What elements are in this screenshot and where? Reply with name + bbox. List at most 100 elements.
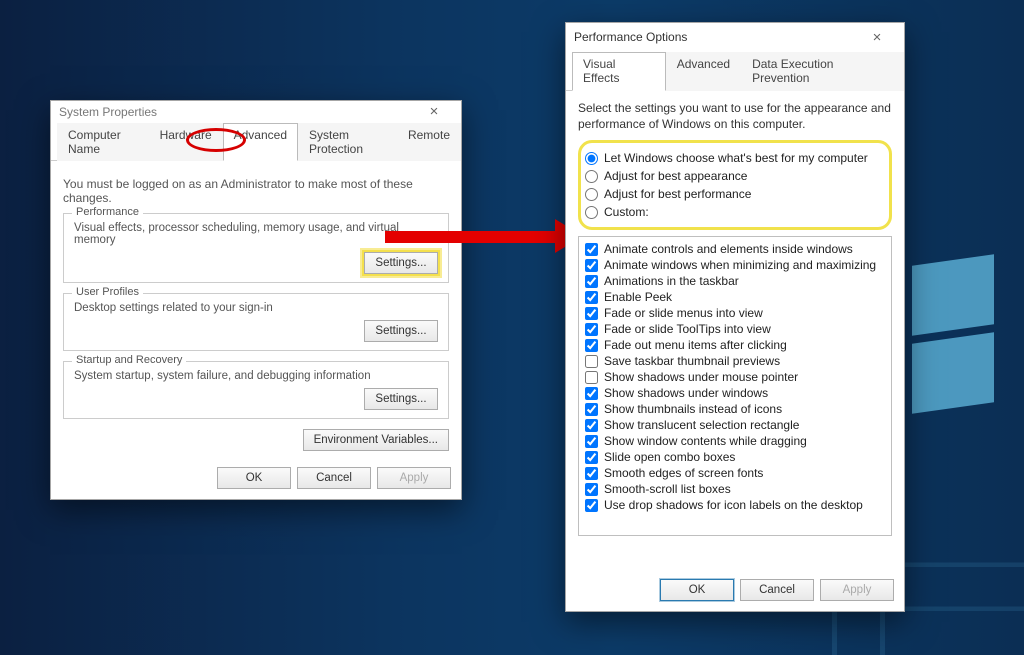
checkbox-input[interactable] [585,275,598,288]
check-row[interactable]: Show window contents while dragging [585,433,885,449]
check-label: Use drop shadows for icon labels on the … [604,498,863,512]
check-label: Save taskbar thumbnail previews [604,354,780,368]
check-row[interactable]: Show shadows under windows [585,385,885,401]
checkbox-input[interactable] [585,307,598,320]
group-label: Performance [72,206,143,218]
close-icon[interactable]: × [858,29,896,46]
group-startup: Startup and Recovery System startup, sys… [63,361,449,419]
check-row[interactable]: Use drop shadows for icon labels on the … [585,497,885,513]
checkbox-input[interactable] [585,387,598,400]
tab-remote[interactable]: Remote [397,123,461,161]
group-desc: Desktop settings related to your sign-in [74,302,438,314]
group-user-profiles: User Profiles Desktop settings related t… [63,293,449,351]
tab-data-execution-prevention[interactable]: Data Execution Prevention [741,52,904,91]
check-label: Animations in the taskbar [604,274,739,288]
checkbox-input[interactable] [585,451,598,464]
checkbox-input[interactable] [585,355,598,368]
check-label: Fade out menu items after clicking [604,338,787,352]
group-label: User Profiles [72,286,143,298]
checkbox-input[interactable] [585,291,598,304]
check-row[interactable]: Save taskbar thumbnail previews [585,353,885,369]
tab-system-protection[interactable]: System Protection [298,123,397,161]
apply-button[interactable]: Apply [377,467,451,489]
check-label: Show translucent selection rectangle [604,418,799,432]
radio-label: Let Windows choose what's best for my co… [604,151,868,165]
check-row[interactable]: Animate controls and elements inside win… [585,241,885,257]
visual-effects-list[interactable]: Animate controls and elements inside win… [578,236,892,536]
check-label: Animate windows when minimizing and maxi… [604,258,876,272]
checkbox-input[interactable] [585,259,598,272]
check-row[interactable]: Enable Peek [585,289,885,305]
check-row[interactable]: Fade out menu items after clicking [585,337,885,353]
group-desc: System startup, system failure, and debu… [74,370,438,382]
checkbox-input[interactable] [585,403,598,416]
radio-adjust-for-best-appearance[interactable]: Adjust for best appearance [585,167,881,185]
tab-hardware[interactable]: Hardware [149,123,223,161]
check-row[interactable]: Fade or slide menus into view [585,305,885,321]
radio-adjust-for-best-performance[interactable]: Adjust for best performance [585,185,881,203]
checkbox-input[interactable] [585,435,598,448]
check-row[interactable]: Smooth edges of screen fonts [585,465,885,481]
apply-button[interactable]: Apply [820,579,894,601]
check-row[interactable]: Show translucent selection rectangle [585,417,885,433]
checkbox-input[interactable] [585,499,598,512]
check-row[interactable]: Slide open combo boxes [585,449,885,465]
admin-note: You must be logged on as an Administrato… [63,177,449,205]
close-icon[interactable]: × [415,103,453,120]
window-title: System Properties [59,105,415,119]
checkbox-input[interactable] [585,467,598,480]
checkbox-input[interactable] [585,371,598,384]
checkbox-input[interactable] [585,323,598,336]
window-title: Performance Options [574,30,858,44]
titlebar: Performance Options × [566,23,904,51]
checkbox-input[interactable] [585,339,598,352]
checkbox-input[interactable] [585,483,598,496]
radio-input[interactable] [585,152,598,165]
check-row[interactable]: Animate windows when minimizing and maxi… [585,257,885,273]
check-label: Show thumbnails instead of icons [604,402,782,416]
ok-button[interactable]: OK [217,467,291,489]
group-desc: Visual effects, processor scheduling, me… [74,222,438,246]
radio-input[interactable] [585,170,598,183]
explain-text: Select the settings you want to use for … [578,101,892,132]
userprofiles-settings-button[interactable]: Settings... [364,320,438,342]
tab-advanced[interactable]: Advanced [666,52,741,91]
check-row[interactable]: Smooth-scroll list boxes [585,481,885,497]
radio-input[interactable] [585,188,598,201]
system-properties-dialog: System Properties × Computer NameHardwar… [50,100,462,500]
check-row[interactable]: Show thumbnails instead of icons [585,401,885,417]
cancel-button[interactable]: Cancel [740,579,814,601]
dialog-body: Select the settings you want to use for … [566,91,904,571]
radio-label: Adjust for best performance [604,187,751,201]
radio-label: Custom: [604,205,649,219]
env-vars-button[interactable]: Environment Variables... [303,429,449,451]
check-row[interactable]: Fade or slide ToolTips into view [585,321,885,337]
tab-advanced[interactable]: Advanced [223,123,298,161]
dialog-buttons: OK Cancel Apply [566,571,904,611]
tab-visual-effects[interactable]: Visual Effects [572,52,666,91]
check-row[interactable]: Show shadows under mouse pointer [585,369,885,385]
radio-group-highlight: Let Windows choose what's best for my co… [578,140,892,230]
dialog-buttons: OK Cancel Apply [51,459,461,499]
tab-strip: Visual EffectsAdvancedData Execution Pre… [566,51,904,91]
checkbox-input[interactable] [585,419,598,432]
tab-strip: Computer NameHardwareAdvancedSystem Prot… [51,122,461,161]
checkbox-input[interactable] [585,243,598,256]
tab-computer-name[interactable]: Computer Name [57,123,149,161]
radio-custom[interactable]: Custom: [585,203,881,221]
dialog-body: You must be logged on as an Administrato… [51,161,461,459]
radio-input[interactable] [585,206,598,219]
performance-options-dialog: Performance Options × Visual EffectsAdva… [565,22,905,612]
startup-settings-button[interactable]: Settings... [364,388,438,410]
titlebar: System Properties × [51,101,461,122]
check-label: Show shadows under windows [604,386,768,400]
check-row[interactable]: Animations in the taskbar [585,273,885,289]
radio-let-windows-choose-what-s-best-for-my-computer[interactable]: Let Windows choose what's best for my co… [585,149,881,167]
cancel-button[interactable]: Cancel [297,467,371,489]
check-label: Fade or slide ToolTips into view [604,322,771,336]
perf-settings-button[interactable]: Settings... [364,252,438,274]
check-label: Show shadows under mouse pointer [604,370,798,384]
ok-button[interactable]: OK [660,579,734,601]
check-label: Fade or slide menus into view [604,306,763,320]
group-performance: Performance Visual effects, processor sc… [63,213,449,283]
